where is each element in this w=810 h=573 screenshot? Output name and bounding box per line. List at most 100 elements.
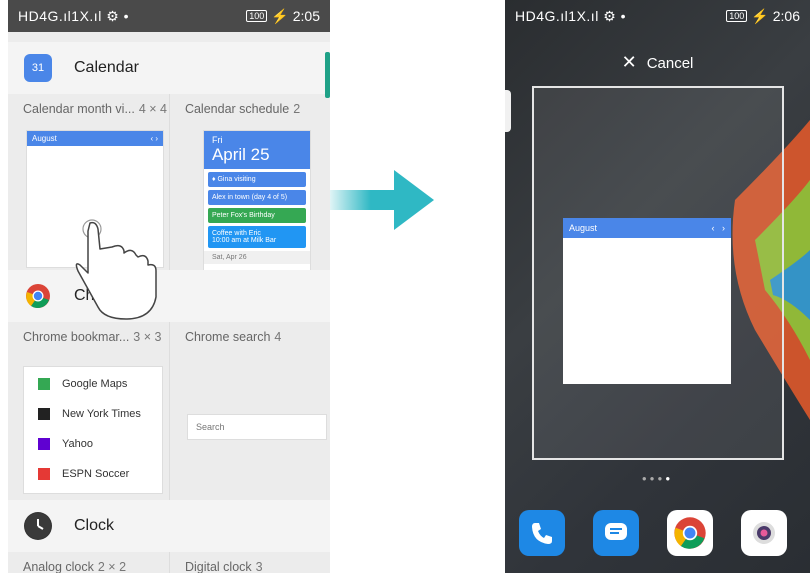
preview-month: August — [32, 134, 57, 143]
chrome-app-icon — [24, 282, 52, 310]
calendar-day-cell — [142, 149, 160, 158]
previous-page-edge[interactable] — [505, 90, 511, 132]
messages-icon[interactable] — [593, 510, 639, 556]
calendar-day-cell — [105, 169, 123, 178]
clock-app-name: Clock — [74, 517, 115, 534]
widget-size: 3 — [255, 560, 263, 573]
phone-icon[interactable] — [519, 510, 565, 556]
calendar-day-cell — [613, 301, 634, 314]
calendar-day-cell — [105, 189, 123, 198]
widget-label: Digital clock — [184, 560, 252, 573]
calendar-day-cell — [67, 169, 85, 178]
calendar-day-cell — [683, 301, 704, 314]
calendar-day-cell — [105, 149, 123, 158]
calendar-day-cell — [683, 271, 704, 284]
clock-time: 2:06 — [772, 8, 800, 24]
calendar-day-cell — [613, 286, 634, 299]
calendar-day-cell — [707, 241, 728, 254]
calendar-day-cell — [707, 271, 728, 284]
bookmark-item: Yahoo — [24, 429, 162, 459]
schedule-event: Peter Fox's Birthday — [207, 208, 306, 223]
calendar-day-cell — [683, 316, 704, 329]
close-icon: ✕ — [621, 52, 637, 72]
calendar-day-cell — [49, 159, 67, 168]
bookmark-label: ESPN Soccer — [62, 468, 130, 480]
schedule-footer: Sat, Apr 26 — [203, 251, 310, 264]
battery-icon: 100 — [726, 10, 748, 22]
signal-indicators: HD4G.ıl1X.ıl ⚙ • — [18, 7, 130, 24]
calendar-day-cell — [707, 301, 728, 314]
calendar-day-cell — [636, 271, 657, 284]
calendar-day-cell — [589, 316, 610, 329]
widget-size: 2 — [293, 102, 301, 116]
widget-size: 3 × 3 — [133, 330, 162, 344]
calendar-day-cell — [49, 179, 67, 188]
dock — [519, 510, 810, 556]
status-bar: HD4G.ıl1X.ıl ⚙ • 100 ⚡ 2:06 — [505, 0, 810, 32]
calendar-day-cell — [566, 316, 587, 329]
calendar-day-cell — [30, 169, 48, 178]
clock-app-icon — [24, 512, 52, 540]
calendar-day-cell — [683, 286, 704, 299]
camera-icon[interactable] — [741, 510, 787, 556]
widget-label: Calendar month vi... — [23, 102, 135, 116]
calendar-day-cell — [105, 179, 123, 188]
calendar-day-cell — [30, 159, 48, 168]
widget-analog-clock[interactable]: Analog clock 2 × 2 — [8, 552, 169, 573]
calendar-day-cell — [660, 316, 681, 329]
calendar-day-cell — [67, 199, 85, 208]
calendar-day-cell — [707, 286, 728, 299]
calendar-day-cell — [67, 189, 85, 198]
calendar-day-cell — [142, 189, 160, 198]
calendar-day-cell — [142, 179, 160, 188]
calendar-day-cell — [636, 316, 657, 329]
chrome-widgets-row: Chrome bookmar... 3 × 3 Google Maps New Yo… — [8, 322, 330, 500]
cancel-button[interactable]: ✕ Cancel — [505, 52, 810, 73]
calendar-day-cell — [124, 179, 142, 188]
widget-chrome-bookmarks[interactable]: Chrome bookmar... 3 × 3 Google Maps New Yo… — [8, 322, 169, 500]
calendar-day-cell — [67, 179, 85, 188]
clock-time: 2:05 — [292, 8, 320, 24]
calendar-app-header[interactable]: 31 Calendar — [8, 42, 330, 94]
calendar-day-cell — [105, 199, 123, 208]
chrome-icon[interactable] — [667, 510, 713, 556]
calendar-day-cell — [142, 169, 160, 178]
calendar-day-cell — [30, 179, 48, 188]
placed-calendar-widget[interactable]: August ‹ › — [563, 218, 731, 384]
widget-picker-screen: HD4G.ıl1X.ıl ⚙ • 100 ⚡ 2:05 31 Calendar … — [8, 0, 330, 573]
calendar-day-cell — [124, 149, 142, 158]
widget-label: Analog clock — [23, 560, 94, 573]
maps-icon — [38, 378, 50, 390]
widget-calendar-schedule[interactable]: Calendar schedule 2 Fri April 25 ♦ Gina v… — [168, 94, 330, 272]
calendar-day-cell — [86, 169, 104, 178]
transition-arrow-icon — [330, 170, 434, 230]
widget-chrome-search[interactable]: Chrome search 4 Search — [168, 322, 330, 500]
bookmark-item: Google Maps — [24, 369, 162, 399]
calendar-day-cell — [683, 256, 704, 269]
calendar-day-cell — [589, 301, 610, 314]
calendar-day-cell — [636, 256, 657, 269]
calendar-day-cell — [566, 241, 587, 254]
calendar-day-cell — [589, 286, 610, 299]
calendar-day-cell — [660, 301, 681, 314]
calendar-day-cell — [613, 256, 634, 269]
calendar-day-cell — [566, 271, 587, 284]
clock-app-header[interactable]: Clock — [8, 500, 330, 552]
nav-arrows-icon: ‹ › — [150, 134, 158, 143]
calendar-day-cell — [49, 199, 67, 208]
scrollbar-thumb[interactable] — [325, 52, 330, 98]
calendar-day-cell — [660, 241, 681, 254]
calendar-day-cell — [105, 159, 123, 168]
calendar-day-cell — [566, 301, 587, 314]
battery-icon: 100 — [246, 10, 268, 22]
calendar-day-cell — [566, 256, 587, 269]
calendar-day-cell — [86, 199, 104, 208]
nyt-icon — [38, 408, 50, 420]
clock-widgets-row: Analog clock 2 × 2 Digital clock 3 — [8, 552, 330, 573]
bookmark-label: Yahoo — [62, 438, 93, 450]
calendar-day-cell — [30, 189, 48, 198]
widget-digital-clock[interactable]: Digital clock 3 — [168, 552, 330, 573]
calendar-day-cell — [30, 199, 48, 208]
schedule-event: Coffee with Eric 10:00 am at Milk Bar — [207, 226, 306, 248]
calendar-day-cell — [49, 169, 67, 178]
